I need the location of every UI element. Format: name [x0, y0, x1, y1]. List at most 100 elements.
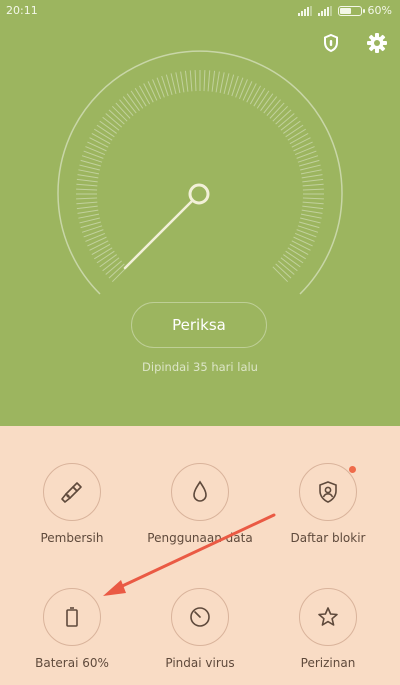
star-icon	[318, 607, 338, 626]
gauge-tick	[291, 240, 311, 251]
gauge-tick	[122, 96, 137, 114]
gauge-tick	[302, 197, 324, 200]
gauge-tick	[189, 70, 193, 92]
signal-icon	[317, 5, 332, 16]
gauge-tick	[301, 174, 323, 179]
gauge-tick	[138, 85, 151, 105]
signal-icon	[297, 5, 312, 16]
gauge-tick	[272, 105, 289, 122]
tool-label: Perizinan	[300, 656, 356, 670]
gauge-tick	[203, 70, 206, 92]
gauge-tick	[96, 124, 115, 138]
gauge-tick	[246, 83, 257, 103]
gauge-tick	[105, 113, 123, 128]
gauge-tick	[291, 137, 311, 148]
gauge-tick	[294, 232, 315, 242]
gauge-tick	[143, 83, 154, 103]
gauge-tick	[263, 96, 278, 114]
gauge-tick	[76, 201, 98, 205]
radar-icon	[190, 607, 210, 627]
gauge-tick	[269, 102, 285, 119]
gauge-tick	[294, 146, 315, 156]
gauge-tick	[184, 70, 189, 92]
gauge-tick	[126, 93, 140, 111]
tool-penggunaan-data[interactable]: Penggunaan data	[136, 463, 264, 545]
gauge-tick	[280, 116, 298, 131]
status-bar: 20:11 60%	[0, 0, 400, 22]
gauge-tick	[180, 71, 185, 93]
gauge-tick	[277, 260, 295, 275]
gauge-tick	[285, 250, 304, 264]
last-scanned-text: Dipindai 35 hari lalu	[142, 360, 258, 374]
gauge-tick	[87, 141, 107, 152]
gauge-tick	[302, 188, 324, 191]
status-right: 60%	[297, 4, 392, 17]
tool-perizinan[interactable]: Perizinan	[264, 588, 392, 670]
battery-icon	[337, 5, 365, 16]
tool-icon-circle	[171, 463, 229, 521]
tool-icon-circle	[43, 463, 101, 521]
gauge-tick	[78, 169, 100, 175]
gauge-tick	[301, 209, 323, 214]
tool-label: Daftar blokir	[290, 531, 366, 545]
gauge-tick	[302, 205, 324, 210]
gauge-tick	[91, 243, 111, 256]
gauge-tick	[147, 81, 158, 101]
gauge-tick	[302, 178, 324, 183]
gauge-tick	[223, 73, 230, 94]
tool-pembersih[interactable]: Pembersih	[8, 463, 136, 545]
gauge-tick	[102, 257, 120, 272]
gauge-tick	[89, 137, 109, 148]
gauge-tick	[77, 174, 99, 179]
gauge-tick	[99, 120, 117, 134]
gauge-tick	[111, 105, 128, 122]
broom-icon	[61, 482, 82, 503]
gauge-tick	[300, 217, 321, 224]
gauge-tick	[108, 263, 125, 279]
tool-icon-circle	[299, 463, 357, 521]
tool-icon-circle	[299, 588, 357, 646]
gauge-tick	[170, 73, 177, 94]
battery-fill	[339, 7, 351, 14]
gauge-tick	[287, 128, 306, 141]
gauge-tick	[249, 85, 262, 105]
tool-daftar-blokir[interactable]: Daftar blokir	[264, 463, 392, 545]
gauge-tick	[285, 124, 304, 138]
gauge-tick	[280, 257, 298, 272]
gauge-tick	[76, 197, 98, 200]
gauge-tick	[266, 99, 281, 117]
gauge-tick	[134, 88, 147, 107]
gauge-tick	[105, 260, 123, 275]
gauge-tick	[256, 90, 270, 109]
gauge-tick	[242, 81, 253, 101]
gauge-tick	[175, 72, 181, 94]
gauge-tick	[289, 132, 309, 145]
gauge-tick	[283, 254, 301, 268]
gauge-tick	[76, 178, 98, 183]
tool-pindai-virus[interactable]: Pindai virus	[136, 588, 264, 670]
scan-button[interactable]: Periksa	[131, 302, 267, 348]
gauge-tick	[302, 201, 324, 205]
status-time: 20:11	[6, 4, 38, 17]
settings-button[interactable]	[364, 30, 390, 56]
gauge-tick	[287, 247, 306, 260]
gear-icon	[367, 33, 387, 53]
gauge-tick	[102, 116, 120, 131]
gauge-tick	[85, 232, 106, 242]
battery-percent: 60%	[367, 4, 392, 17]
gauge-tick	[277, 113, 295, 128]
gauge-tick	[283, 120, 301, 134]
gauge-tick	[76, 205, 98, 210]
gauge-ticks	[76, 70, 324, 283]
gauge-tick	[211, 70, 216, 92]
gauge-tick	[300, 169, 322, 175]
notification-badge	[349, 466, 356, 473]
tool-label: Penggunaan data	[147, 531, 253, 545]
gauge-tick	[94, 128, 113, 141]
gauge-tick	[79, 217, 100, 224]
gauge-tick	[76, 188, 98, 191]
gauge-tick	[302, 183, 324, 187]
tool-baterai[interactable]: Baterai 60%	[8, 588, 136, 670]
gauge-tick	[253, 88, 266, 107]
gauge-tick	[293, 236, 313, 247]
